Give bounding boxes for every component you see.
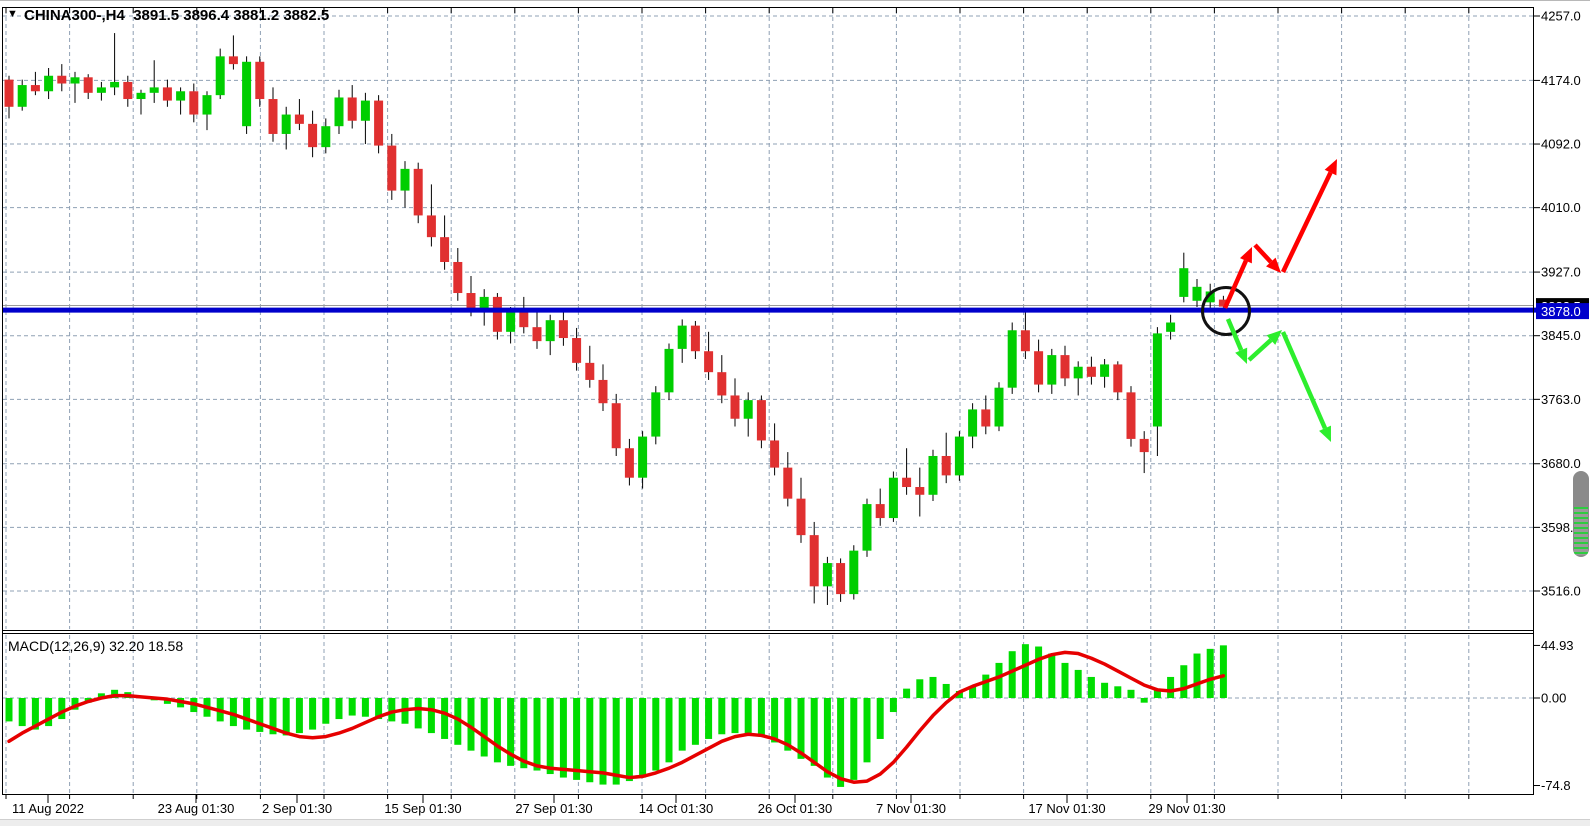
svg-text:-74.8: -74.8 (1541, 778, 1571, 793)
annotation-arrow-bullish[interactable] (1225, 159, 1337, 308)
macd-histogram (6, 644, 1227, 787)
chart-canvas[interactable]: 4257.0 4174.0 4092.0 4010.0 3927.0 3845.0 3763… (0, 1, 1590, 826)
svg-text:26 Oct 01:30: 26 Oct 01:30 (758, 801, 832, 816)
svg-text:3763.0: 3763.0 (1541, 392, 1581, 407)
svg-text:4257.0: 4257.0 (1541, 9, 1581, 24)
panel-borders (2, 7, 1534, 795)
annotation-arrow-bearish[interactable] (1228, 319, 1331, 442)
svg-text:29 Nov 01:30: 29 Nov 01:30 (1148, 801, 1225, 816)
axis-ticks (6, 7, 1540, 803)
svg-text:23 Aug 01:30: 23 Aug 01:30 (158, 801, 235, 816)
svg-text:3516.0: 3516.0 (1541, 584, 1581, 599)
svg-text:15 Sep 01:30: 15 Sep 01:30 (384, 801, 461, 816)
svg-text:3927.0: 3927.0 (1541, 265, 1581, 280)
svg-text:3680.0: 3680.0 (1541, 456, 1581, 471)
symbol-dropdown-icon[interactable]: ▼ (7, 8, 18, 20)
macd-indicator-label: MACD(12,26,9) 32.20 18.58 (8, 638, 183, 654)
scrollbar-thumb[interactable] (1573, 471, 1589, 557)
svg-text:0.00: 0.00 (1541, 691, 1566, 706)
svg-text:27 Sep 01:30: 27 Sep 01:30 (515, 801, 592, 816)
svg-text:44.93: 44.93 (1541, 638, 1574, 653)
candlestick-series (5, 33, 1228, 605)
svg-text:4010.0: 4010.0 (1541, 200, 1581, 215)
scrollbar-stripes (1574, 507, 1588, 555)
svg-text:3845.0: 3845.0 (1541, 328, 1581, 343)
chart-window: 4257.0 4174.0 4092.0 4010.0 3927.0 3845.0 3763… (0, 0, 1590, 826)
svg-text:4174.0: 4174.0 (1541, 73, 1581, 88)
svg-text:3878.0: 3878.0 (1541, 304, 1581, 319)
svg-text:11 Aug 2022: 11 Aug 2022 (12, 801, 84, 816)
svg-text:14 Oct 01:30: 14 Oct 01:30 (639, 801, 713, 816)
symbol-ohlc-title: CHINA300-,H4 3891.5 3896.4 3881.2 3882.5 (24, 7, 329, 24)
svg-text:7 Nov 01:30: 7 Nov 01:30 (876, 801, 946, 816)
svg-text:17 Nov 01:30: 17 Nov 01:30 (1028, 801, 1105, 816)
svg-text:4092.0: 4092.0 (1541, 137, 1581, 152)
hline-price-tag: 3878.0 (1536, 303, 1589, 319)
gridlines (3, 10, 1533, 793)
macd-axis-labels: 44.93 0.00 -74.8 (1541, 638, 1574, 793)
date-axis-labels: 11 Aug 2022 23 Aug 01:30 2 Sep 01:30 15 Sep… (12, 801, 1226, 816)
svg-text:2 Sep 01:30: 2 Sep 01:30 (262, 801, 332, 816)
